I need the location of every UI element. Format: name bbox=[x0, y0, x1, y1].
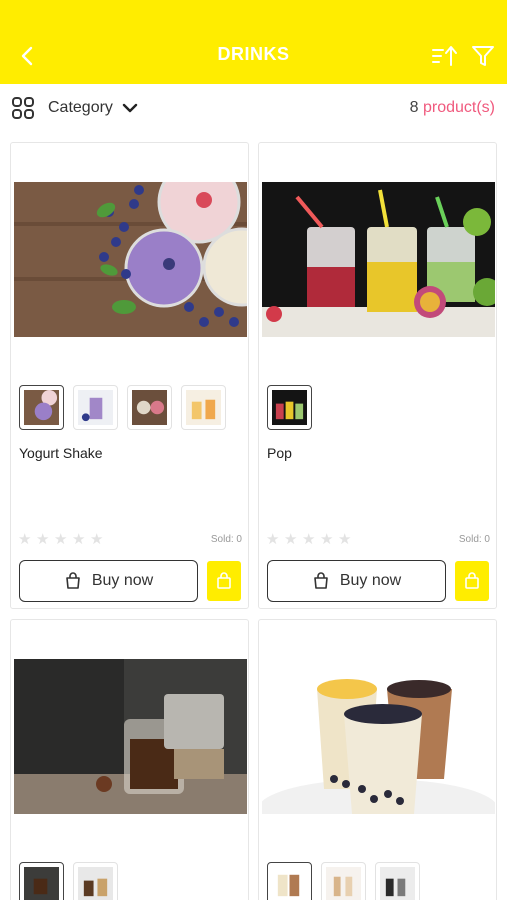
star-icon: ★ bbox=[338, 531, 352, 548]
star-icon: ★ bbox=[54, 531, 68, 548]
thumbnail[interactable] bbox=[73, 385, 118, 430]
category-bar: Category 8 product(s) bbox=[0, 84, 507, 132]
product-image[interactable] bbox=[262, 182, 495, 337]
thumbnail-strip bbox=[267, 862, 420, 900]
shopping-bag-icon bbox=[217, 572, 231, 589]
product-card[interactable] bbox=[258, 619, 497, 900]
star-icon: ★ bbox=[18, 531, 32, 548]
star-icon: ★ bbox=[284, 531, 298, 548]
product-card[interactable]: Yogurt Shake ★ ★ ★ ★ ★ Sold: 0 Buy now bbox=[10, 142, 249, 609]
sort-icon[interactable] bbox=[430, 44, 460, 68]
buy-now-label: Buy now bbox=[91, 572, 154, 589]
product-count: 8 product(s) bbox=[410, 99, 495, 117]
thumbnail-strip bbox=[19, 385, 226, 431]
star-icon: ★ bbox=[320, 531, 334, 548]
thumbnail[interactable] bbox=[321, 862, 366, 900]
buy-now-label: Buy now bbox=[339, 572, 402, 589]
shopping-bag-icon bbox=[314, 572, 328, 589]
shopping-bag-icon bbox=[465, 572, 479, 589]
buy-now-button[interactable]: Buy now bbox=[19, 560, 198, 602]
sold-count: Sold: 0 bbox=[458, 534, 490, 545]
thumbnail[interactable] bbox=[267, 385, 312, 430]
thumbnail[interactable] bbox=[181, 385, 226, 430]
product-count-number: 8 bbox=[409, 99, 419, 116]
thumbnail[interactable] bbox=[127, 385, 172, 430]
add-to-cart-button[interactable] bbox=[207, 561, 241, 601]
rating-stars: ★ ★ ★ ★ ★ bbox=[18, 532, 105, 547]
product-count-unit: product(s) bbox=[422, 99, 495, 116]
product-image[interactable] bbox=[262, 659, 495, 814]
product-name[interactable]: Yogurt Shake bbox=[19, 445, 103, 461]
product-card[interactable] bbox=[10, 619, 249, 900]
star-icon: ★ bbox=[72, 531, 86, 548]
chevron-down-icon[interactable] bbox=[122, 101, 138, 115]
product-card[interactable]: Pop ★ ★ ★ ★ ★ Sold: 0 Buy now bbox=[258, 142, 497, 609]
thumbnail[interactable] bbox=[73, 862, 118, 900]
thumbnail-strip bbox=[267, 385, 312, 431]
thumbnail[interactable] bbox=[19, 385, 64, 430]
product-image[interactable] bbox=[14, 659, 247, 814]
filter-icon[interactable] bbox=[470, 44, 496, 68]
grid-icon[interactable] bbox=[11, 96, 35, 120]
thumbnail[interactable] bbox=[267, 862, 312, 900]
star-icon: ★ bbox=[36, 531, 50, 548]
star-icon: ★ bbox=[302, 531, 316, 548]
thumbnail-strip bbox=[19, 862, 118, 900]
shopping-bag-icon bbox=[66, 572, 80, 589]
buy-now-button[interactable]: Buy now bbox=[267, 560, 446, 602]
star-icon: ★ bbox=[266, 531, 280, 548]
star-icon: ★ bbox=[90, 531, 104, 548]
thumbnail[interactable] bbox=[375, 862, 420, 900]
thumbnail[interactable] bbox=[19, 862, 64, 900]
category-dropdown[interactable]: Category bbox=[48, 99, 113, 117]
sold-count: Sold: 0 bbox=[210, 534, 242, 545]
product-image[interactable] bbox=[14, 182, 247, 337]
product-name[interactable]: Pop bbox=[267, 445, 292, 461]
top-bar: DRINKS bbox=[0, 0, 507, 84]
add-to-cart-button[interactable] bbox=[455, 561, 489, 601]
rating-stars: ★ ★ ★ ★ ★ bbox=[266, 532, 353, 547]
